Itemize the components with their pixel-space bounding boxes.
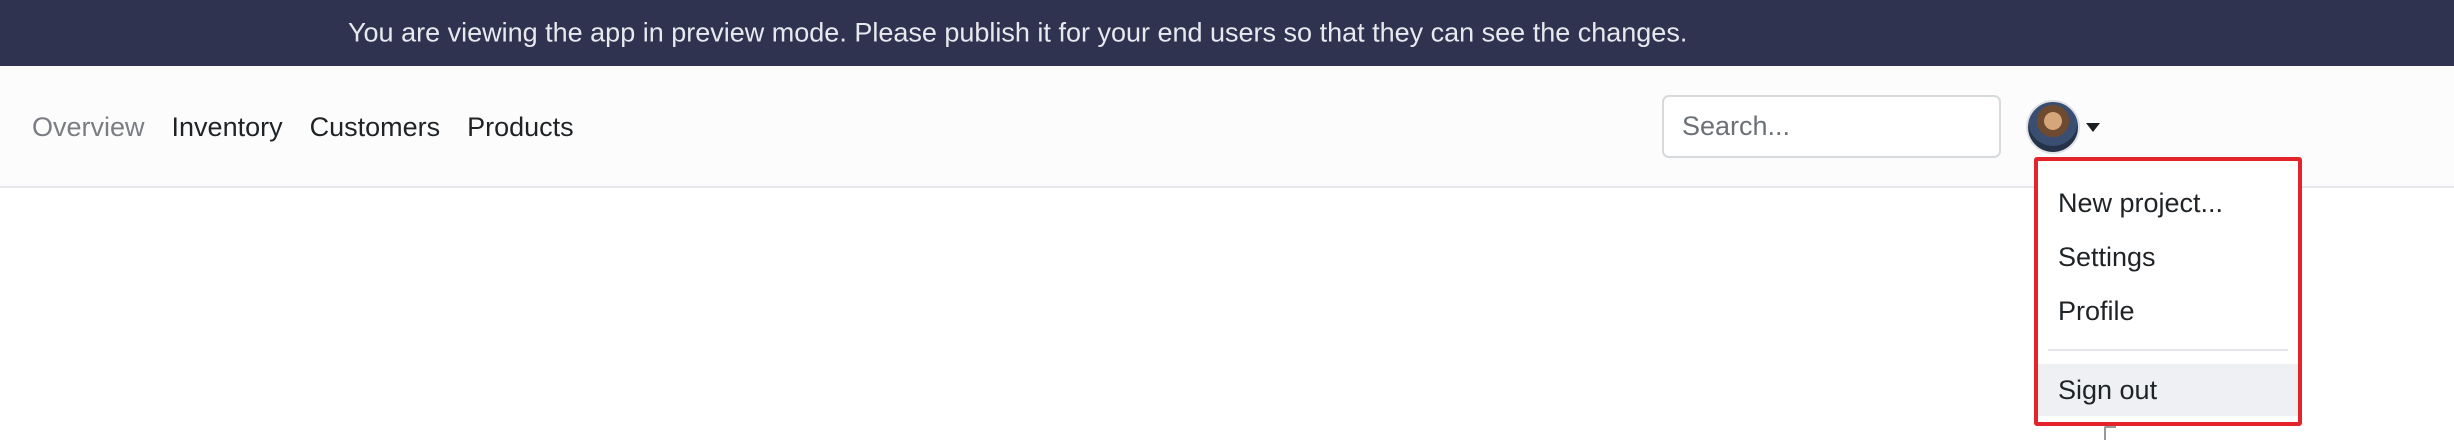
search-input[interactable] xyxy=(1662,95,2001,158)
menu-divider xyxy=(2048,349,2288,351)
menu-item-settings[interactable]: Settings xyxy=(2038,231,2298,283)
user-dropdown-menu: New project... Settings Profile Sign out xyxy=(2034,157,2302,426)
nav-links: Overview Inventory Customers Products xyxy=(32,66,601,188)
nav-link-overview[interactable]: Overview xyxy=(32,112,145,143)
user-menu-toggle[interactable] xyxy=(2026,98,2100,156)
caret-down-icon[interactable] xyxy=(2086,122,2100,132)
nav-link-products[interactable]: Products xyxy=(467,112,574,143)
preview-mode-banner: You are viewing the app in preview mode.… xyxy=(0,0,2454,66)
nav-link-inventory[interactable]: Inventory xyxy=(172,112,283,143)
banner-text: You are viewing the app in preview mode.… xyxy=(348,17,1688,48)
menu-item-profile[interactable]: Profile xyxy=(2038,285,2298,337)
user-avatar[interactable] xyxy=(2026,100,2080,154)
menu-item-sign-out[interactable]: Sign out xyxy=(2038,364,2298,416)
menu-item-new-project[interactable]: New project... xyxy=(2038,177,2298,229)
mouse-cursor-icon xyxy=(2104,426,2116,440)
nav-link-customers[interactable]: Customers xyxy=(310,112,441,143)
